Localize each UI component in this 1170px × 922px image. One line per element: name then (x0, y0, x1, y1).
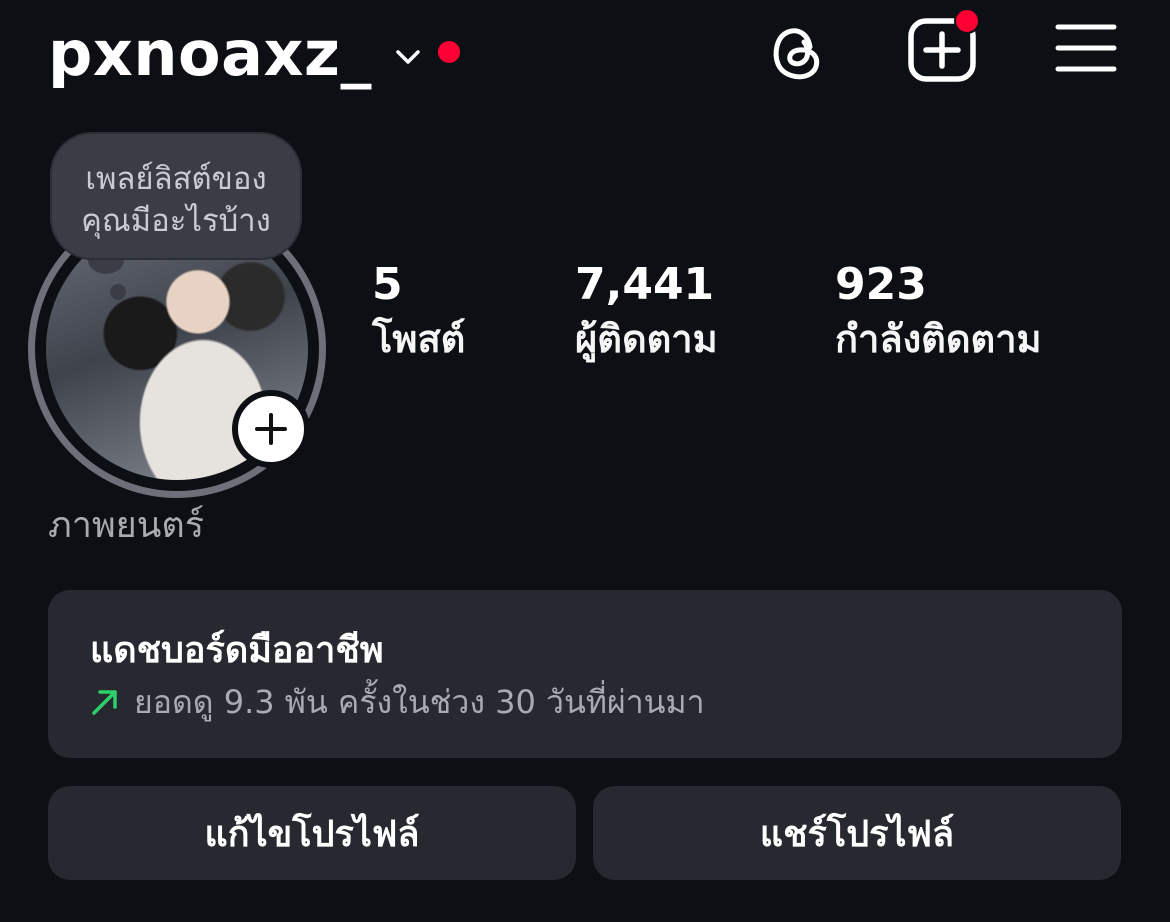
note-bubble[interactable]: เพลย์ลิสต์ของ คุณมีอะไรบ้าง (52, 134, 300, 258)
share-profile-button[interactable]: แชร์โปรไฟล์ (593, 786, 1121, 880)
note-bubble-tail-dot (110, 284, 126, 300)
dashboard-subtitle: ยอดดู 9.3 พัน ครั้งในช่วง 30 วันที่ผ่านม… (134, 683, 705, 721)
plus-icon (255, 413, 287, 445)
note-text-line2: คุณมีอะไรบ้าง (81, 203, 271, 239)
notification-dot (438, 41, 461, 63)
username[interactable]: pxnoaxz_ (48, 23, 372, 85)
posts-stat[interactable]: 5 โพสต์ (372, 258, 465, 366)
profile-category: ภาพยนตร์ (48, 505, 205, 546)
profile-page: pxnoaxz_ เพลย์ลิสต์ของ คุณมีอะไรบ้าง 5 โ… (0, 0, 1170, 922)
note-text-line1: เพลย์ลิสต์ของ (85, 161, 267, 197)
followers-label: ผู้ติดตาม (575, 317, 718, 361)
menu-icon[interactable] (1055, 22, 1117, 74)
posts-label: โพสต์ (372, 317, 466, 361)
create-notification-dot (954, 8, 980, 34)
add-story-button[interactable] (232, 390, 310, 468)
professional-dashboard-card[interactable]: แดชบอร์ดมืออาชีพ ยอดดู 9.3 พัน ครั้งในช่… (48, 590, 1122, 758)
threads-icon[interactable] (766, 20, 830, 84)
following-count: 923 (835, 259, 927, 310)
edit-profile-button[interactable]: แก้ไขโปรไฟล์ (48, 786, 576, 880)
following-stat[interactable]: 923 กำลังติดตาม (835, 258, 1042, 366)
chevron-down-icon[interactable] (392, 41, 424, 73)
posts-count: 5 (372, 259, 403, 310)
dashboard-insight: ยอดดู 9.3 พัน ครั้งในช่วง 30 วันที่ผ่านม… (90, 680, 1080, 724)
following-label: กำลังติดตาม (835, 317, 1042, 361)
dashboard-title: แดชบอร์ดมืออาชีพ (90, 630, 384, 671)
followers-stat[interactable]: 7,441 ผู้ติดตาม (575, 258, 718, 366)
followers-count: 7,441 (575, 259, 715, 310)
trend-up-arrow-icon (92, 690, 117, 715)
account-switcher[interactable]: pxnoaxz_ (48, 10, 461, 98)
